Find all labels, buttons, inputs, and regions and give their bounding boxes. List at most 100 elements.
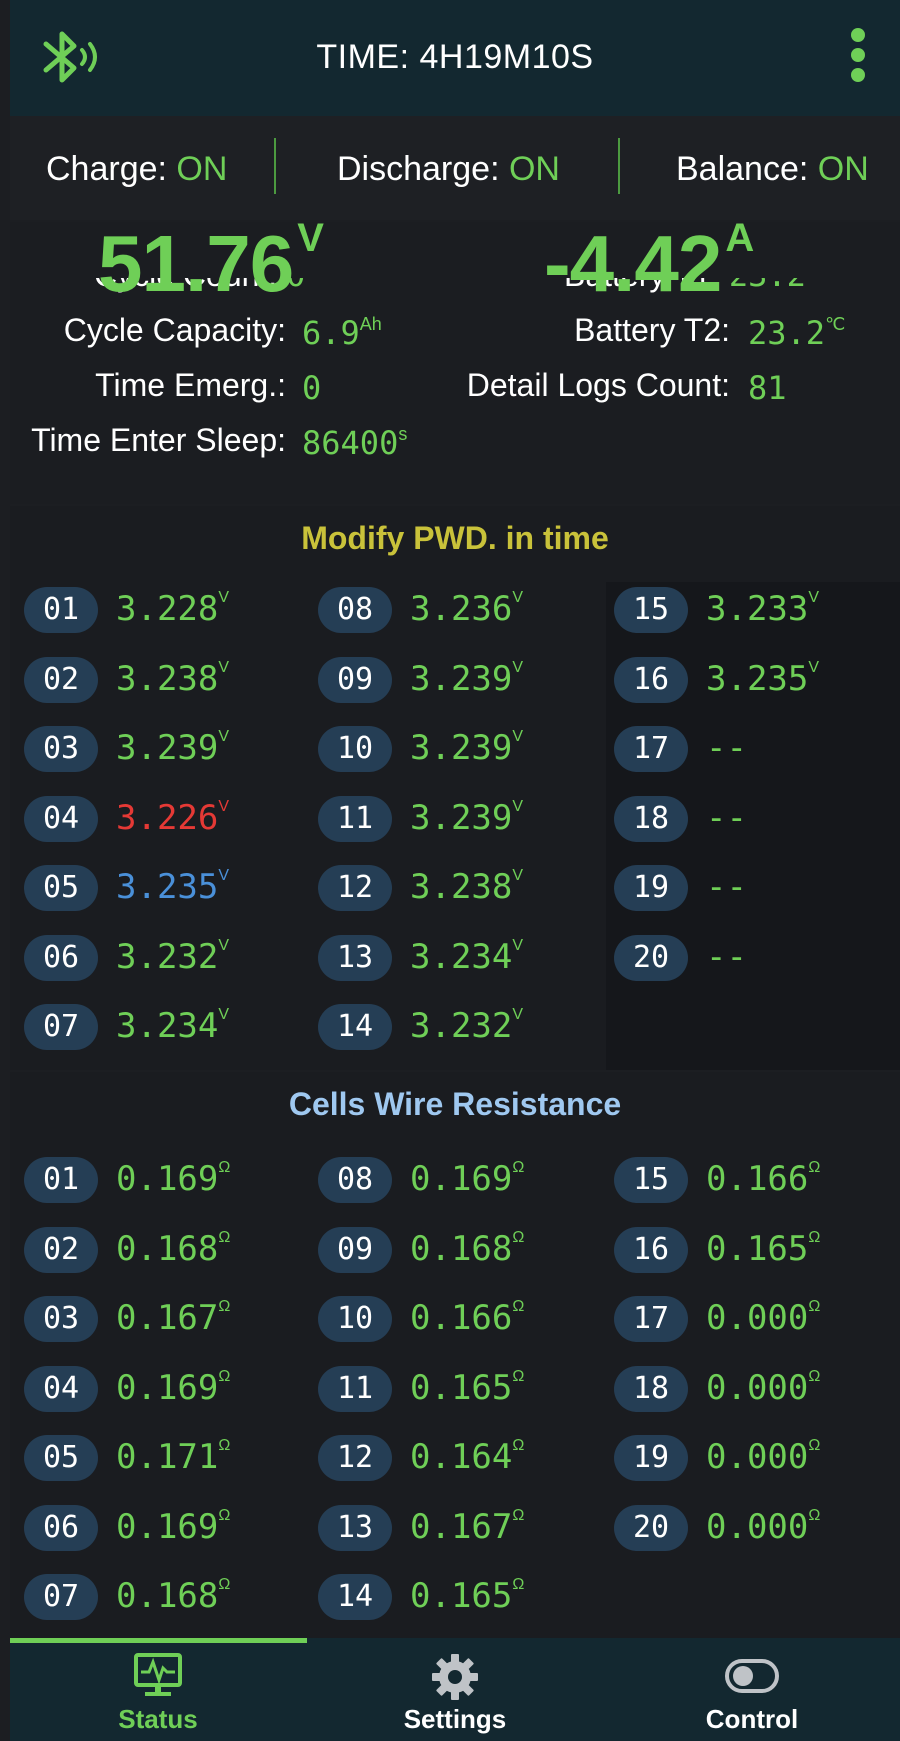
cell-item: 06 0.169Ω <box>24 1504 304 1551</box>
cell-value: 0.167Ω <box>116 1298 230 1338</box>
cell-value-number: 0.169 <box>116 1159 219 1199</box>
cell-item: 20 -- <box>614 934 894 981</box>
voltage-unit: V <box>297 222 324 260</box>
cell-value-number: 3.239 <box>410 658 513 699</box>
time-enter-sleep-label: Time Enter Sleep: <box>31 422 286 458</box>
cell-value-number: 0.168 <box>116 1228 219 1269</box>
cell-value: 3.239V <box>410 659 523 699</box>
cell-value: 3.238V <box>116 659 229 699</box>
runtime-title: TIME: 4H19M10S <box>316 38 594 76</box>
cell-value-unit: Ω <box>512 1367 525 1385</box>
cell-value-number: -- <box>706 797 747 838</box>
gear-icon <box>432 1654 478 1700</box>
cell-number-badge: 09 <box>318 656 392 703</box>
cell-value-number: 0.166 <box>410 1298 513 1338</box>
cell-value-number: -- <box>706 867 747 907</box>
cell-item: 01 0.169Ω <box>24 1157 304 1203</box>
divider <box>274 138 276 194</box>
cell-value: 0.164Ω <box>410 1437 524 1477</box>
cell-value: -- <box>706 867 747 907</box>
tab-status-label: Status <box>118 1704 198 1734</box>
cell-value-number: 3.234 <box>116 1006 219 1046</box>
cell-number-badge: 08 <box>318 1157 392 1203</box>
cell-number-badge: 20 <box>614 1504 688 1551</box>
cell-value: 0.000Ω <box>706 1437 820 1477</box>
cell-number-badge: 01 <box>24 587 98 633</box>
cell-value: 0.171Ω <box>116 1437 230 1477</box>
cell-number-badge: 19 <box>614 1435 688 1481</box>
tab-settings[interactable]: Settings <box>307 1638 603 1741</box>
cell-value: 0.165Ω <box>410 1576 524 1616</box>
cell-item: 08 3.236V <box>318 587 598 633</box>
cell-value-unit: V <box>512 797 524 815</box>
tab-status[interactable]: Status <box>10 1638 306 1741</box>
wire-resistance-section: Cells Wire Resistance 01 0.169Ω 02 0.168Ω 03… <box>10 1072 900 1638</box>
cell-value: 3.235V <box>116 867 229 907</box>
cell-number-badge: 06 <box>24 1504 98 1551</box>
cell-value-number: 3.238 <box>116 658 219 699</box>
cell-value-number: 0.167 <box>116 1298 219 1338</box>
more-vert-icon[interactable] <box>850 28 866 88</box>
total-voltage: 51.76 V <box>98 222 324 310</box>
cell-item: 09 3.239V <box>318 656 598 703</box>
discharge-status: Discharge: ON <box>337 150 560 189</box>
cell-number-badge: 10 <box>318 1296 392 1342</box>
cell-value: 3.236V <box>410 589 523 629</box>
cell-value: 0.168Ω <box>116 1576 230 1616</box>
cell-value-unit: Ω <box>808 1367 821 1385</box>
cell-value-unit: Ω <box>218 1228 231 1246</box>
cell-number-badge: 09 <box>318 1226 392 1273</box>
cell-number-badge: 02 <box>24 1226 98 1273</box>
time-enter-sleep-row: Time Enter Sleep: <box>10 422 286 462</box>
cell-value-unit: Ω <box>808 1159 821 1176</box>
cell-value-number: 0.171 <box>116 1437 219 1477</box>
cell-number-badge: 04 <box>24 1365 98 1412</box>
divider <box>618 138 620 194</box>
cell-item: 16 3.235V <box>614 656 894 703</box>
cell-value: 0.166Ω <box>706 1159 820 1199</box>
cell-value-unit: V <box>218 1006 230 1023</box>
cell-value-number: 0.166 <box>706 1159 809 1199</box>
cell-number-badge: 13 <box>318 1504 392 1551</box>
tab-control-label: Control <box>705 1704 799 1734</box>
charge-value: ON <box>176 150 228 188</box>
cell-number-badge: 15 <box>614 1157 688 1203</box>
cell-item: 19 0.000Ω <box>614 1435 894 1481</box>
cell-value: 3.232V <box>116 937 229 977</box>
cell-item: 09 0.168Ω <box>318 1226 598 1273</box>
bottom-navigation: Status Settings Control <box>10 1638 900 1741</box>
current-unit: A <box>725 222 754 260</box>
cell-number-badge: 12 <box>318 865 392 911</box>
balance-value: ON <box>817 150 869 188</box>
cell-item: 02 0.168Ω <box>24 1226 304 1273</box>
tab-control[interactable]: Control <box>604 1638 900 1741</box>
current-value: -4.42 <box>544 222 722 308</box>
monitor-pulse-icon <box>134 1653 182 1696</box>
cell-value-number: 3.232 <box>116 936 219 977</box>
cell-item: 14 0.165Ω <box>318 1574 598 1620</box>
cell-item: 06 3.232V <box>24 934 304 981</box>
cell-value-number: 0.169 <box>410 1159 513 1199</box>
cell-voltage-title[interactable]: Modify PWD. in time <box>10 520 900 557</box>
cell-item: 10 3.239V <box>318 726 598 772</box>
cell-item: 08 0.169Ω <box>318 1157 598 1203</box>
cell-number-badge: 05 <box>24 1435 98 1481</box>
balance-status: Balance: ON <box>676 150 869 189</box>
cell-item: 03 0.167Ω <box>24 1296 304 1342</box>
cell-value: 0.169Ω <box>116 1159 230 1199</box>
time-enter-sleep-value: 86400s <box>302 424 407 462</box>
cell-value: 0.169Ω <box>116 1507 230 1547</box>
cell-value-unit: Ω <box>512 1298 525 1315</box>
sleep-number: 86400 <box>302 424 399 462</box>
cell-value: 0.165Ω <box>706 1229 820 1269</box>
cell-item: 03 3.239V <box>24 726 304 772</box>
cell-value: -- <box>706 728 747 768</box>
cell-item: 19 -- <box>614 865 894 911</box>
cell-value: 3.228V <box>116 589 229 629</box>
cell-item: 07 0.168Ω <box>24 1574 304 1620</box>
cell-value-number: 0.000 <box>706 1298 809 1338</box>
cell-value-unit: Ω <box>218 1159 231 1176</box>
cell-value-unit: V <box>808 589 820 606</box>
cell-number-badge: 18 <box>614 1365 688 1412</box>
cell-number-badge: 03 <box>24 726 98 772</box>
